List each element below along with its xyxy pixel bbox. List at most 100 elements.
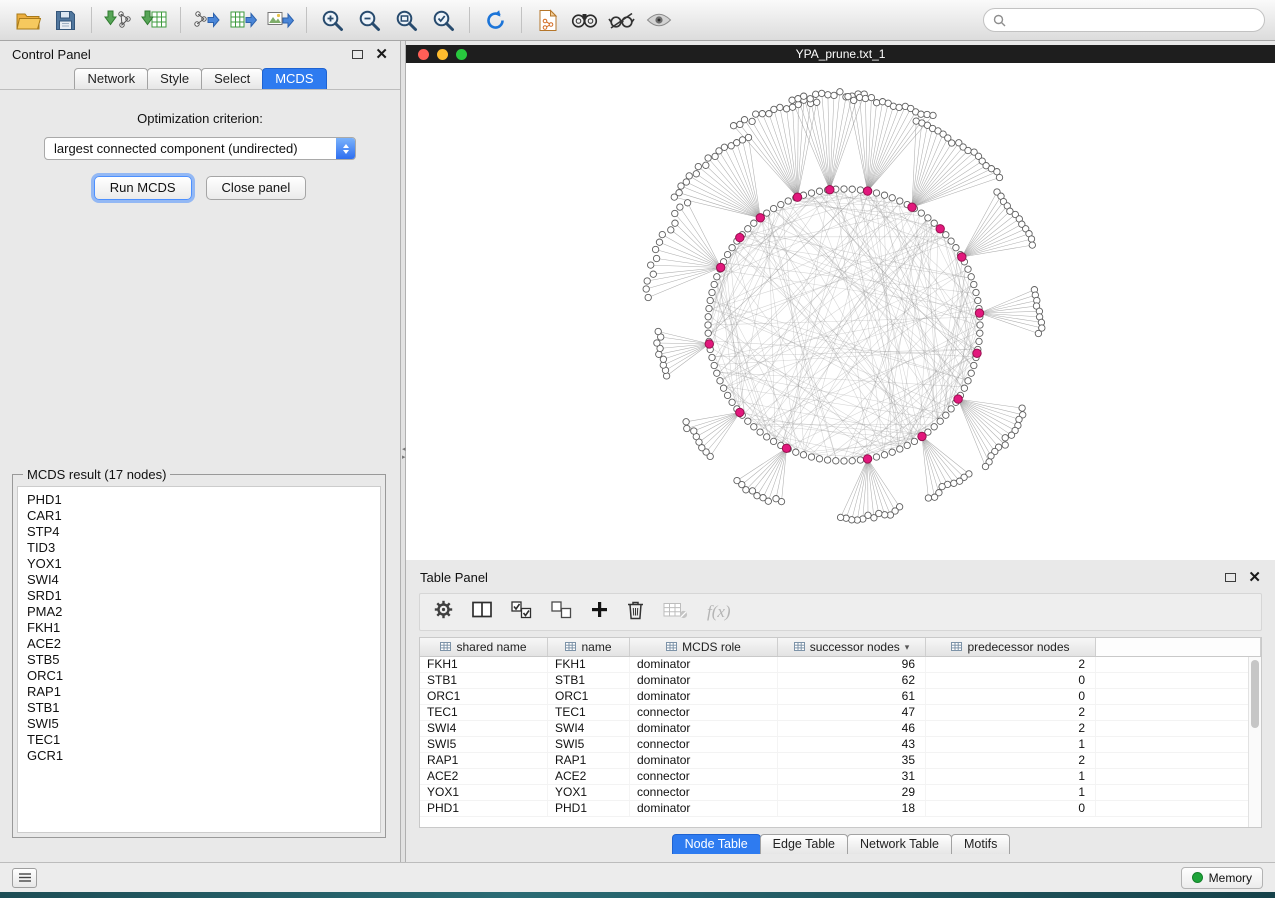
mcds-result-item[interactable]: RAP1 bbox=[27, 684, 380, 700]
table-cell[interactable]: connector bbox=[630, 705, 778, 720]
tab-select[interactable]: Select bbox=[201, 68, 263, 89]
hide-graphics-details-button[interactable] bbox=[603, 4, 640, 36]
table-cell[interactable]: ACE2 bbox=[548, 769, 630, 784]
search-network-button[interactable] bbox=[566, 4, 603, 36]
table-cell[interactable]: PHD1 bbox=[420, 801, 548, 816]
column-header-shared-name[interactable]: shared name bbox=[420, 638, 548, 656]
mcds-result-item[interactable]: YOX1 bbox=[27, 556, 380, 572]
table-cell[interactable]: ACE2 bbox=[420, 769, 548, 784]
table-cell[interactable]: 61 bbox=[778, 689, 926, 704]
open-file-button[interactable] bbox=[10, 4, 47, 36]
mcds-result-item[interactable]: SRD1 bbox=[27, 588, 380, 604]
tab-mcds[interactable]: MCDS bbox=[262, 68, 326, 89]
export-image-button[interactable] bbox=[262, 4, 299, 36]
table-cell[interactable]: FKH1 bbox=[548, 657, 630, 672]
table-cell[interactable]: dominator bbox=[630, 657, 778, 672]
mcds-result-item[interactable]: FKH1 bbox=[27, 620, 380, 636]
splitter-handle-icon[interactable]: ◂▸ bbox=[402, 446, 406, 462]
close-panel-icon[interactable]: ✕ bbox=[375, 47, 388, 62]
table-cell[interactable]: 1 bbox=[926, 785, 1096, 800]
window-close-icon[interactable] bbox=[418, 49, 429, 60]
column-header-successor-nodes[interactable]: successor nodes▾ bbox=[778, 638, 926, 656]
select-all-button[interactable] bbox=[511, 601, 532, 624]
window-zoom-icon[interactable] bbox=[456, 49, 467, 60]
share-network-file-button[interactable] bbox=[529, 4, 566, 36]
table-row[interactable]: FKH1FKH1dominator962 bbox=[420, 657, 1248, 673]
mcds-result-item[interactable]: ACE2 bbox=[27, 636, 380, 652]
deselect-all-button[interactable] bbox=[551, 601, 572, 624]
export-network-button[interactable] bbox=[188, 4, 225, 36]
table-row[interactable]: SWI4SWI4dominator462 bbox=[420, 721, 1248, 737]
table-cell[interactable]: 2 bbox=[926, 753, 1096, 768]
table-row[interactable]: ACE2ACE2connector311 bbox=[420, 769, 1248, 785]
zoom-in-button[interactable] bbox=[314, 4, 351, 36]
column-header-predecessor-nodes[interactable]: predecessor nodes bbox=[926, 638, 1096, 656]
table-row[interactable]: YOX1YOX1connector291 bbox=[420, 785, 1248, 801]
table-cell[interactable]: FKH1 bbox=[420, 657, 548, 672]
column-header-name[interactable]: name bbox=[548, 638, 630, 656]
close-table-panel-icon[interactable]: ✕ bbox=[1248, 570, 1261, 585]
zoom-selected-button[interactable] bbox=[425, 4, 462, 36]
network-titlebar[interactable]: YPA_prune.txt_1 bbox=[406, 45, 1275, 63]
table-cell[interactable]: SWI5 bbox=[548, 737, 630, 752]
table-row[interactable]: ORC1ORC1dominator610 bbox=[420, 689, 1248, 705]
table-cell[interactable]: connector bbox=[630, 769, 778, 784]
table-cell[interactable]: 1 bbox=[926, 737, 1096, 752]
window-minimize-icon[interactable] bbox=[437, 49, 448, 60]
mcds-result-list[interactable]: PHD1CAR1STP4TID3YOX1SWI4SRD1PMA2FKH1ACE2… bbox=[17, 486, 381, 833]
table-cell[interactable]: YOX1 bbox=[420, 785, 548, 800]
table-cell[interactable]: ORC1 bbox=[548, 689, 630, 704]
table-cell[interactable]: connector bbox=[630, 737, 778, 752]
table-row[interactable]: PHD1PHD1dominator180 bbox=[420, 801, 1248, 817]
tab-node-table[interactable]: Node Table bbox=[672, 834, 761, 854]
delete-column-button[interactable] bbox=[627, 600, 644, 625]
mcds-result-item[interactable]: STP4 bbox=[27, 524, 380, 540]
table-cell[interactable]: STB1 bbox=[548, 673, 630, 688]
table-cell[interactable]: YOX1 bbox=[548, 785, 630, 800]
network-graph[interactable] bbox=[406, 63, 1275, 560]
mcds-result-item[interactable]: ORC1 bbox=[27, 668, 380, 684]
table-cell[interactable]: 62 bbox=[778, 673, 926, 688]
tab-motifs[interactable]: Motifs bbox=[951, 834, 1010, 854]
criterion-select[interactable]: largest connected component (undirected) bbox=[44, 137, 356, 160]
table-cell[interactable]: SWI5 bbox=[420, 737, 548, 752]
table-cell[interactable]: TEC1 bbox=[420, 705, 548, 720]
table-cell[interactable]: dominator bbox=[630, 673, 778, 688]
show-graphics-details-button[interactable] bbox=[640, 4, 677, 36]
table-cell[interactable]: STB1 bbox=[420, 673, 548, 688]
memory-button[interactable]: Memory bbox=[1181, 867, 1263, 889]
table-cell[interactable]: 2 bbox=[926, 705, 1096, 720]
mcds-result-item[interactable]: GCR1 bbox=[27, 748, 380, 764]
table-cell[interactable]: connector bbox=[630, 785, 778, 800]
zoom-out-button[interactable] bbox=[351, 4, 388, 36]
table-cell[interactable]: PHD1 bbox=[548, 801, 630, 816]
table-cell[interactable]: 0 bbox=[926, 673, 1096, 688]
table-cell[interactable]: 1 bbox=[926, 769, 1096, 784]
table-cell[interactable]: 46 bbox=[778, 721, 926, 736]
table-cell[interactable]: 47 bbox=[778, 705, 926, 720]
add-column-button[interactable] bbox=[591, 601, 608, 623]
sort-chevron-icon[interactable]: ▾ bbox=[905, 642, 910, 653]
table-cell[interactable]: 96 bbox=[778, 657, 926, 672]
table-scrollbar[interactable] bbox=[1248, 657, 1261, 827]
table-settings-button[interactable] bbox=[434, 600, 453, 624]
table-cell[interactable]: 35 bbox=[778, 753, 926, 768]
network-search-box[interactable] bbox=[983, 8, 1265, 32]
table-cell[interactable]: 0 bbox=[926, 689, 1096, 704]
table-cell[interactable]: dominator bbox=[630, 801, 778, 816]
tab-network[interactable]: Network bbox=[74, 68, 148, 89]
tab-network-table[interactable]: Network Table bbox=[847, 834, 952, 854]
column-header-MCDS-role[interactable]: MCDS role bbox=[630, 638, 778, 656]
table-cell[interactable]: SWI4 bbox=[548, 721, 630, 736]
float-panel-icon[interactable] bbox=[352, 50, 363, 59]
table-row[interactable]: TEC1TEC1connector472 bbox=[420, 705, 1248, 721]
mcds-result-item[interactable]: TID3 bbox=[27, 540, 380, 556]
table-cell[interactable]: 2 bbox=[926, 721, 1096, 736]
table-row[interactable]: STB1STB1dominator620 bbox=[420, 673, 1248, 689]
table-cell[interactable]: 31 bbox=[778, 769, 926, 784]
float-table-panel-icon[interactable] bbox=[1225, 573, 1236, 582]
mcds-result-item[interactable]: STB5 bbox=[27, 652, 380, 668]
table-cell[interactable]: 0 bbox=[926, 801, 1096, 816]
import-table-button[interactable] bbox=[136, 4, 173, 36]
table-cell[interactable]: dominator bbox=[630, 689, 778, 704]
